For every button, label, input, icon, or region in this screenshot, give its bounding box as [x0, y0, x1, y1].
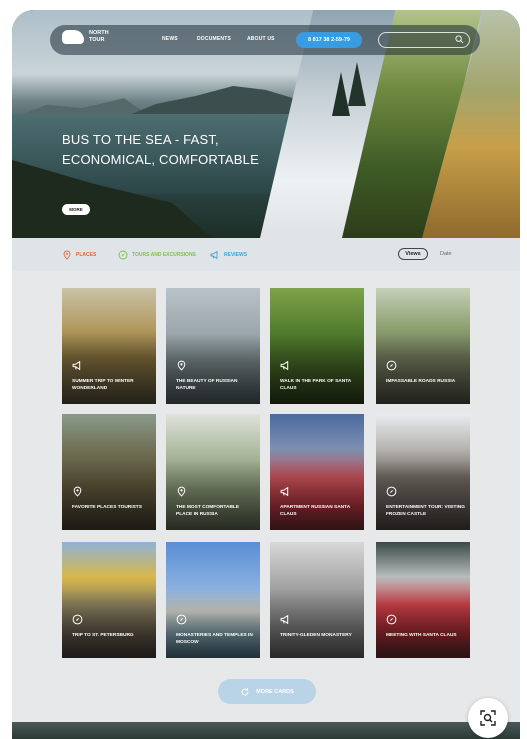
- sort-views-button[interactable]: Views: [398, 248, 428, 260]
- card-russian-nature[interactable]: THE BEAUTY OF RUSSIAN NATURE: [166, 288, 260, 404]
- card-title: MEETING WITH SANTA CLAUS: [386, 633, 457, 638]
- more-cards-button[interactable]: MORE CARDS: [218, 679, 316, 704]
- filter-places[interactable]: PLACES: [62, 250, 96, 260]
- card-st-petersburg[interactable]: TRIP TO ST. PETERSBURG: [62, 542, 156, 658]
- compass-icon: [386, 360, 397, 371]
- logo-text: NORTH TOUR: [89, 30, 109, 43]
- sort-date-button[interactable]: Date: [440, 251, 452, 257]
- card-title: APARTMENT RUSSIAN SANTA CLAUS: [280, 505, 350, 517]
- snow-tree: [348, 62, 366, 106]
- megaphone-icon: [280, 614, 289, 625]
- hero-more-button[interactable]: MORE: [62, 204, 90, 215]
- phone-button[interactable]: 8 817 38 2-59-79: [296, 32, 362, 48]
- card-moscow-monasteries[interactable]: MONASTERIES AND TEMPLES IN MOSCOW: [166, 542, 260, 658]
- lens-search-icon: [480, 710, 496, 726]
- card-summer-trip[interactable]: SUMMER TRIP TO WINTER WONDERLAND: [62, 288, 156, 404]
- map-pin-icon: [73, 486, 82, 497]
- megaphone-icon: [72, 360, 81, 371]
- card-title: IMPASSABLE ROADS RUSSIA: [386, 379, 456, 384]
- card-trinity-monastery[interactable]: TRINITY-GLEDEN MONASTERY: [270, 542, 364, 658]
- compass-icon: [386, 486, 397, 497]
- hero-banner: NORTH TOUR NEWS DOCUMENTS ABOUT US 8 817…: [12, 10, 520, 238]
- search-icon[interactable]: [455, 35, 464, 44]
- megaphone-icon: [280, 360, 289, 371]
- megaphone-icon: [280, 486, 289, 497]
- filter-reviews[interactable]: REVIEWS: [210, 250, 247, 260]
- logo[interactable]: NORTH TOUR: [62, 30, 113, 44]
- more-cards-label: MORE CARDS: [256, 688, 294, 695]
- card-meeting-santa[interactable]: MEETING WITH SANTA CLAUS: [376, 542, 470, 658]
- footer-image-strip: [12, 722, 520, 739]
- filter-bar: PLACES TOURS AND EXCURSIONS REVIEWS View…: [12, 238, 520, 271]
- map-pin-icon: [63, 250, 71, 260]
- filter-reviews-label: REVIEWS: [224, 252, 248, 258]
- card-santa-apartment[interactable]: APARTMENT RUSSIAN SANTA CLAUS: [270, 414, 364, 530]
- card-title: WALK IN THE PARK OF SANTA CLAUS: [280, 379, 352, 391]
- card-santa-park[interactable]: WALK IN THE PARK OF SANTA CLAUS: [270, 288, 364, 404]
- nav-news[interactable]: NEWS: [162, 36, 178, 42]
- filter-tours[interactable]: TOURS AND EXCURSIONS: [118, 250, 196, 260]
- refresh-icon: [241, 687, 249, 695]
- megaphone-icon: [210, 250, 218, 260]
- card-title: THE MOST COMFORTABLE PLACE IN RUSSIA: [176, 505, 240, 517]
- card-title: MONASTERIES AND TEMPLES IN MOSCOW: [176, 633, 253, 645]
- card-title: THE BEAUTY OF RUSSIAN NATURE: [176, 379, 238, 391]
- bear-logo-icon: [62, 30, 84, 44]
- hero-title: BUS TO THE SEA - FAST, ECONOMICAL, COMFO…: [62, 132, 259, 167]
- card-impassable-roads[interactable]: IMPASSABLE ROADS RUSSIA: [376, 288, 470, 404]
- visual-search-button[interactable]: [468, 698, 508, 738]
- compass-icon: [176, 614, 187, 625]
- nav-about-us[interactable]: ABOUT US: [247, 36, 275, 42]
- map-pin-icon: [177, 486, 186, 497]
- card-comfortable-place[interactable]: THE MOST COMFORTABLE PLACE IN RUSSIA: [166, 414, 260, 530]
- card-title: FAVORITE PLACES TOURISTS: [72, 505, 142, 510]
- card-title: TRINITY-GLEDEN MONASTERY: [280, 633, 352, 638]
- card-title: ENTERTAINMENT TOUR: VISITING FROZEN CAST…: [386, 505, 465, 517]
- card-title: SUMMER TRIP TO WINTER WONDERLAND: [72, 379, 134, 391]
- compass-icon: [72, 614, 83, 625]
- compass-icon: [118, 250, 128, 260]
- card-frozen-castle[interactable]: ENTERTAINMENT TOUR: VISITING FROZEN CAST…: [376, 414, 470, 530]
- nav-documents[interactable]: DOCUMENTS: [197, 36, 231, 42]
- filter-tours-label: TOURS AND EXCURSIONS: [132, 252, 196, 258]
- filter-places-label: PLACES: [76, 252, 97, 258]
- compass-icon: [386, 614, 397, 625]
- card-title: TRIP TO ST. PETERSBURG: [72, 633, 134, 638]
- map-pin-icon: [177, 360, 186, 371]
- card-favorite-places[interactable]: FAVORITE PLACES TOURISTS: [62, 414, 156, 530]
- page-frame: NORTH TOUR NEWS DOCUMENTS ABOUT US 8 817…: [12, 10, 520, 739]
- top-navbar: NORTH TOUR NEWS DOCUMENTS ABOUT US 8 817…: [50, 25, 480, 55]
